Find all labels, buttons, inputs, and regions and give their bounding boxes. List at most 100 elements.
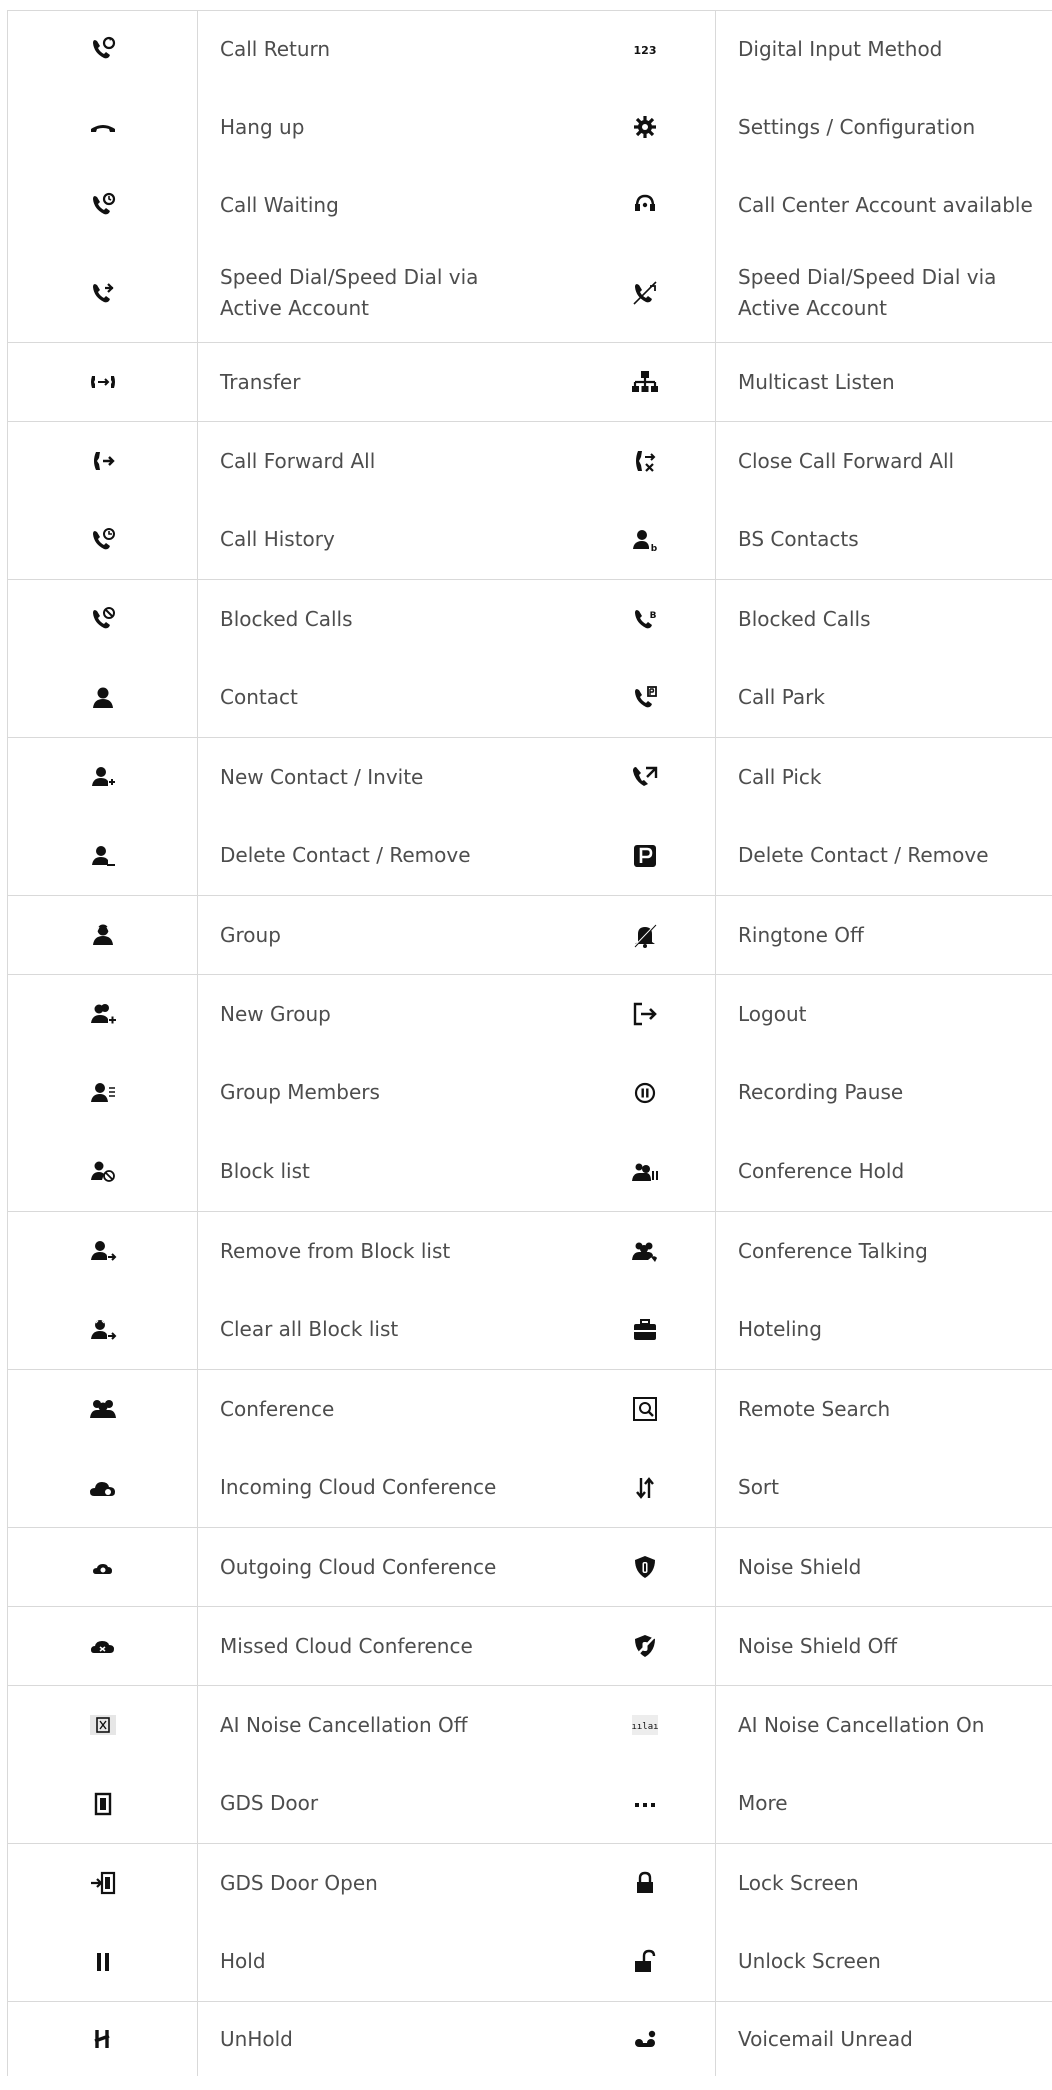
icon-cell [575,738,715,816]
icon-description: Noise Shield [738,1554,862,1579]
label-cell: Noise Shield [715,1528,1052,1606]
svg-text:123: 123 [634,44,657,57]
block-list-icon [88,1157,118,1187]
contact-icon [88,683,118,713]
table-row: GDS Door More [7,1764,1052,1843]
table-row: Hang up Settings / Configuration [7,88,1052,166]
icon-cell [7,1686,198,1764]
icon-cell [575,1212,715,1290]
blocked-calls-icon [88,604,118,634]
voicemail-unread-icon [630,2024,660,2054]
icon-description: Blocked Calls [220,606,353,631]
icon-description: Block list [220,1159,310,1183]
icon-cell [7,166,198,244]
hold-icon [88,1947,118,1977]
call-history-icon [88,525,118,555]
new-group-icon [88,999,118,1029]
svg-text:ıılaı: ıılaı [631,1722,658,1732]
table-row: Blocked Calls B Blocked Calls [7,579,1052,658]
label-cell: Unlock Screen [715,1922,1052,2001]
icon-description: Voicemail Unread [738,2026,913,2051]
icon-description: Clear all Block list [220,1317,399,1341]
icon-cell [7,1844,198,1922]
icon-description: Transfer [220,369,301,394]
call-park-icon [630,683,660,713]
label-cell: Hoteling [715,1290,1052,1369]
call-waiting-icon [88,190,118,220]
delete-contact-icon [88,841,118,871]
clear-block-icon [88,1315,118,1345]
icon-cell [575,2002,715,2076]
label-cell: Call Center Account available [715,166,1052,244]
icon-cell [7,975,198,1053]
icon-description: Speed Dial/Speed Dial via Active Account [738,265,997,320]
icon-cell [7,658,198,737]
icon-description: Conference [220,1396,335,1421]
icon-description: Delete Contact / Remove [738,843,989,867]
icon-description: GDS Door Open [220,1870,378,1895]
table-row: GDS Door Open Lock Screen [7,1843,1052,1922]
noise-shield-off-icon [630,1631,660,1661]
noise-shield-icon [630,1552,660,1582]
table-row: Conference Remote Search [7,1369,1052,1448]
unhold-icon [88,2024,118,2054]
icon-cell [7,422,198,500]
sort-icon [630,1473,660,1503]
conference-talking-icon [630,1236,660,1266]
label-cell: Call Pick [715,738,1052,816]
icon-cell: b [575,500,715,579]
table-row: Clear all Block list Hoteling [7,1290,1052,1369]
icon-cell [7,738,198,816]
icon-cell [575,1922,715,2001]
icon-description: UnHold [220,2026,293,2051]
table-row: Hold Unlock Screen [7,1922,1052,2001]
icon-cell [7,1764,198,1843]
outgoing-cloud-icon [88,1552,118,1582]
icon-cell [575,1607,715,1685]
icon-description: Group Members [220,1080,380,1104]
icon-description: New Group [220,1001,331,1026]
speed-dial-alt-icon [630,278,660,308]
more-icon [630,1789,660,1819]
svg-text:b: b [651,544,658,554]
label-cell: Close Call Forward All [715,422,1052,500]
icon-cell [7,580,198,658]
table-row: Outgoing Cloud Conference Noise Shield [7,1527,1052,1606]
table-row: Transfer Multicast Listen [7,342,1052,421]
icon-description: BS Contacts [738,527,859,551]
icon-cell: ıılaı [575,1686,715,1764]
table-row: Block list Conference Hold [7,1132,1052,1211]
icon-cell: 123 [575,10,715,88]
multicast-listen-icon [630,367,660,397]
label-cell: Conference Talking [715,1212,1052,1290]
icon-description: Speed Dial/Speed Dial via Active Account [220,265,479,320]
icon-cell [7,896,198,974]
incoming-cloud-icon [88,1473,118,1503]
icon-description: AI Noise Cancellation Off [220,1712,468,1737]
icon-description: Remote Search [738,1396,891,1421]
icon-description: Call Pick [738,764,822,789]
icon-description: Missed Cloud Conference [220,1633,473,1658]
icon-description: Call Park [738,685,825,709]
icon-description: Lock Screen [738,1870,859,1895]
unlock-screen-icon [630,1947,660,1977]
icon-cell [575,658,715,737]
icon-cell [7,1528,198,1606]
gds-door-open-icon [88,1868,118,1898]
call-return-icon [88,34,118,64]
icon-cell [7,1132,198,1211]
logout-icon [630,999,660,1029]
icon-cell [7,1212,198,1290]
settings-icon [630,112,660,142]
hang-up-icon [88,112,118,142]
icon-description: Sort [738,1475,779,1499]
conference-hold-icon [630,1157,660,1187]
icon-description: Call Center Account available [738,192,1033,217]
icon-cell [7,244,198,342]
label-cell: Blocked Calls [715,580,1052,658]
label-cell: BS Contacts [715,500,1052,579]
icon-description: Call Waiting [220,192,339,217]
gds-door-icon [88,1789,118,1819]
icon-description: Group [220,922,281,947]
label-cell: Recording Pause [715,1053,1052,1132]
